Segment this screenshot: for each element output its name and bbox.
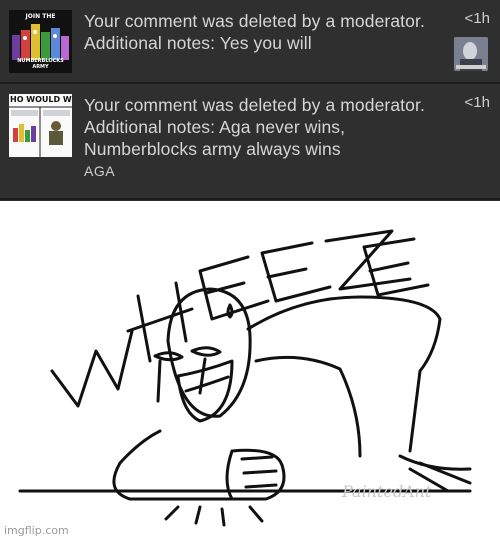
message-line: Your comment was deleted by a moderator. — [84, 95, 425, 115]
artist-signature: PaintedAnt — [341, 482, 432, 501]
notification-time: <1h — [464, 10, 490, 27]
message-line: Additional notes: Yes you will — [84, 33, 312, 53]
wheeze-drawing: PaintedAnt — [18, 229, 472, 527]
comment-author[interactable]: AGA — [84, 163, 115, 179]
notification-time: <1h — [464, 94, 490, 111]
notification-thumbnail: HO WOULD WI — [9, 94, 72, 157]
notification-message: Your comment was deleted by a moderator.… — [84, 94, 442, 160]
message-line: Additional notes: Aga never wins, — [84, 117, 346, 137]
side-thumbnail-image — [454, 37, 488, 71]
message-line: Your comment was deleted by a moderator. — [84, 11, 425, 31]
side-thumbnail[interactable] — [454, 37, 488, 71]
notification-message: Your comment was deleted by a moderator.… — [84, 10, 442, 54]
notification-panel: JOIN THE NUMBERBLOCKS ARMY Your comment … — [0, 0, 500, 201]
who-would-win-image — [9, 106, 72, 157]
notification-item[interactable]: HO WOULD WI Your comment was deleted by … — [0, 84, 500, 200]
wheeze-meme-image: PaintedAnt imgflip.com — [0, 201, 500, 541]
message-line: Numberblocks army always wins — [84, 139, 341, 159]
notification-item[interactable]: JOIN THE NUMBERBLOCKS ARMY Your comment … — [0, 0, 500, 84]
thumbnail-bottom-text: NUMBERBLOCKS ARMY — [17, 58, 64, 70]
imgflip-watermark: imgflip.com — [4, 524, 69, 537]
notification-thumbnail: JOIN THE NUMBERBLOCKS ARMY — [9, 10, 72, 73]
